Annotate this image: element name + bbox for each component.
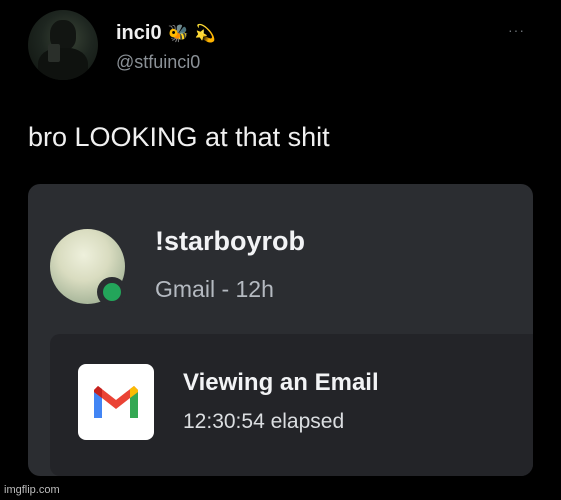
tweet-display-name[interactable]: inci0 bbox=[116, 22, 162, 45]
discord-activity-card: !starboyrob Gmail - 12h Viewing an Email… bbox=[28, 184, 533, 476]
tweet-author-avatar[interactable] bbox=[28, 10, 98, 80]
activity-panel: Viewing an Email 12:30:54 elapsed bbox=[50, 334, 533, 476]
activity-title: Viewing an Email bbox=[183, 369, 379, 396]
tweet-text: bro LOOKING at that shit bbox=[28, 122, 330, 152]
discord-username[interactable]: !starboyrob bbox=[155, 226, 305, 257]
tweet-author-name-row[interactable]: inci0 🐝 💫 bbox=[116, 22, 216, 45]
avatar-figure-body bbox=[38, 48, 88, 80]
tweet-handle[interactable]: @stfuinci0 bbox=[116, 52, 200, 73]
gmail-icon bbox=[78, 364, 154, 440]
bee-emoji-icon: 🐝 bbox=[167, 23, 189, 44]
more-options-icon[interactable]: ··· bbox=[508, 22, 525, 38]
avatar-phone bbox=[48, 44, 60, 62]
imgflip-watermark: imgflip.com bbox=[4, 484, 60, 496]
online-status-icon bbox=[97, 277, 127, 307]
elapsed-time: 12:30:54 elapsed bbox=[183, 410, 345, 433]
activity-subtitle: Gmail - 12h bbox=[155, 276, 274, 302]
dizzy-star-emoji-icon: 💫 bbox=[194, 23, 216, 44]
